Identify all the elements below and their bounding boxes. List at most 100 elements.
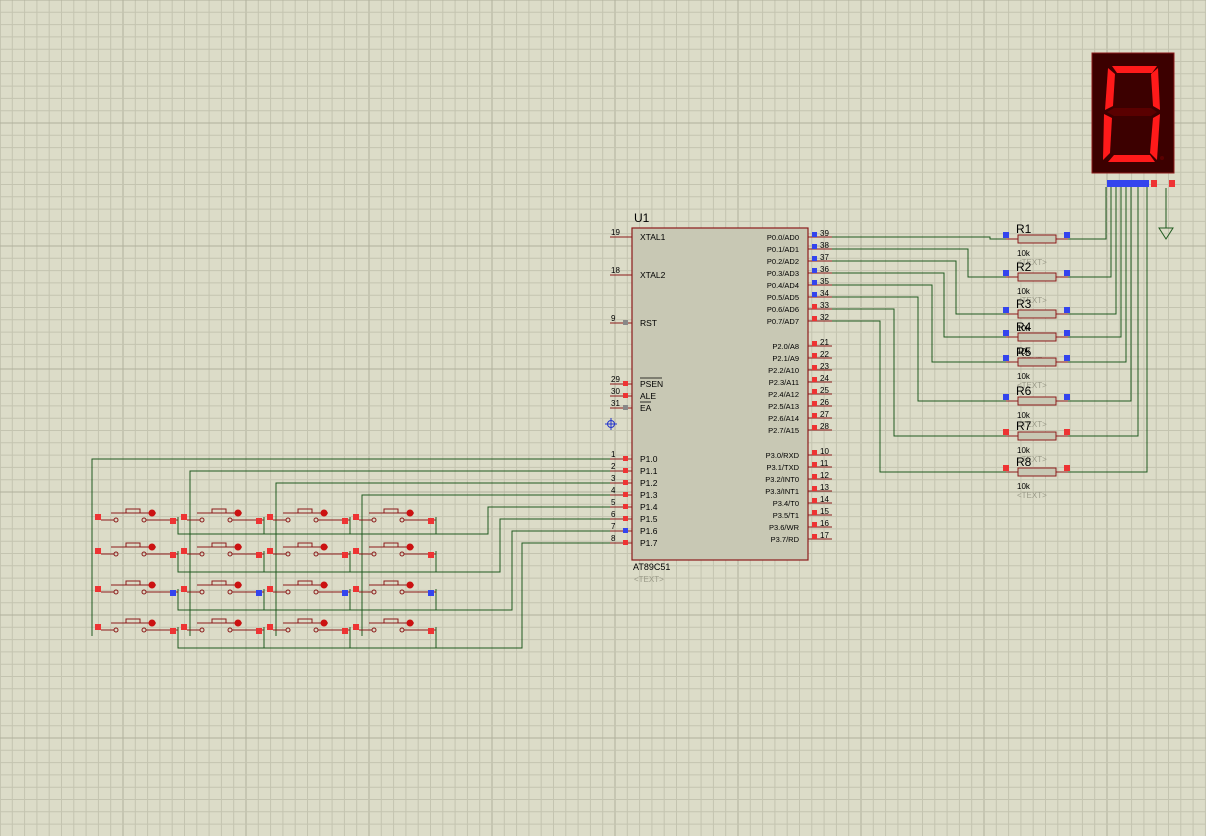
- pin-state-marker: [170, 552, 176, 558]
- button-cap: [297, 580, 313, 586]
- pin-state-marker: [353, 586, 359, 592]
- pin-state-marker: [812, 522, 817, 527]
- segment-dp: [1160, 156, 1164, 160]
- pin-number: 34: [820, 289, 829, 298]
- resistor-r1[interactable]: R110k<TEXT>: [1003, 222, 1070, 267]
- resistor-body[interactable]: [1017, 309, 1057, 319]
- button-contact: [141, 517, 147, 523]
- resistor-ref: R2: [1016, 260, 1032, 274]
- button-state-dot: [148, 543, 156, 551]
- button-contact: [399, 517, 405, 523]
- pin-state-marker: [812, 292, 817, 297]
- pin-name: P0.7/AD7: [767, 317, 799, 326]
- pin-number: 13: [820, 483, 829, 492]
- pin-number: 31: [611, 399, 620, 408]
- pin-state-marker: [256, 628, 262, 634]
- keypad-button[interactable]: [95, 618, 178, 634]
- button-cap: [125, 508, 141, 514]
- pin-number: 6: [611, 510, 616, 519]
- button-cap: [297, 618, 313, 624]
- pin-state-marker: [623, 516, 628, 521]
- resistor-body[interactable]: [1017, 431, 1057, 441]
- pin-number: 4: [611, 486, 616, 495]
- pin-number: 14: [820, 495, 829, 504]
- button-contact: [227, 517, 233, 523]
- pin-state-marker: [170, 518, 176, 524]
- resistor-body[interactable]: [1017, 396, 1057, 406]
- pin-number: 24: [820, 374, 829, 383]
- pin-number: 7: [611, 522, 616, 531]
- resistor-body[interactable]: [1017, 234, 1057, 244]
- pin-state-marker: [1064, 355, 1070, 361]
- pin-state-marker: [181, 586, 187, 592]
- button-cap: [383, 508, 399, 514]
- button-contact: [199, 517, 205, 523]
- button-contact: [199, 627, 205, 633]
- resistor-r5[interactable]: R510k<TEXT>: [1003, 345, 1070, 390]
- pin-name: P3.2/INT0: [765, 475, 799, 484]
- keypad-button[interactable]: [267, 542, 350, 558]
- pin-name: P1.0: [640, 454, 658, 464]
- segment-g: [1107, 108, 1157, 116]
- resistor-body[interactable]: [1017, 272, 1057, 282]
- keypad-button[interactable]: [181, 580, 264, 596]
- keypad-button[interactable]: [95, 580, 178, 596]
- pin-state-marker: [256, 518, 262, 524]
- pin-state-marker: [353, 548, 359, 554]
- pin-state-marker: [170, 590, 176, 596]
- pin-number: 3: [611, 474, 616, 483]
- seven-segment-display[interactable]: [1091, 52, 1175, 187]
- resistor-text-placeholder: <TEXT>: [1017, 491, 1047, 500]
- pin-number: 1: [611, 450, 616, 459]
- pin-state-marker: [812, 450, 817, 455]
- keypad-button[interactable]: [181, 542, 264, 558]
- resistor-body[interactable]: [1017, 357, 1057, 367]
- pin-state-marker: [1064, 232, 1070, 238]
- button-state-dot: [148, 619, 156, 627]
- keypad-button[interactable]: [267, 618, 350, 634]
- pin-state-marker: [256, 552, 262, 558]
- resistor-value: 10k: [1017, 372, 1031, 381]
- resistor-bank[interactable]: R110k<TEXT>R210k<TEXT>R310k<TEXT>R410k<T…: [1003, 222, 1070, 500]
- pin-state-marker: [267, 514, 273, 520]
- keypad-button[interactable]: [353, 542, 436, 558]
- keypad-button[interactable]: [95, 542, 178, 558]
- display-pin-strip: [1107, 180, 1149, 187]
- pin-state-marker: [623, 381, 628, 386]
- wire: [832, 296, 1006, 402]
- pin-name: P2.3/A11: [769, 378, 799, 387]
- keypad-button[interactable]: [267, 580, 350, 596]
- pin-state-marker: [1003, 465, 1009, 471]
- resistor-body[interactable]: [1017, 332, 1057, 342]
- pin-number: 16: [820, 519, 829, 528]
- button-cap: [125, 542, 141, 548]
- keypad-button[interactable]: [181, 618, 264, 634]
- button-cap: [297, 542, 313, 548]
- resistor-r6[interactable]: R610k<TEXT>: [1003, 384, 1070, 429]
- pin-name: P2.5/A13: [768, 402, 799, 411]
- pin-number: 25: [820, 386, 829, 395]
- button-contact: [113, 627, 119, 633]
- resistor-body[interactable]: [1017, 467, 1057, 477]
- keypad-button[interactable]: [353, 618, 436, 634]
- pin-state-marker: [181, 514, 187, 520]
- pin-name: P2.6/A14: [768, 414, 799, 423]
- pin-number: 2: [611, 462, 616, 471]
- pin-number: 5: [611, 498, 616, 507]
- keypad-button[interactable]: [353, 580, 436, 596]
- pin-state-marker: [812, 510, 817, 515]
- pin-state-marker: [812, 244, 817, 249]
- button-cap: [383, 542, 399, 548]
- pin-state-marker: [812, 401, 817, 406]
- button-state-dot: [148, 581, 156, 589]
- pin-name: P2.7/A15: [768, 426, 799, 435]
- schematic-canvas[interactable]: U1 19 XTAL1 18 XTAL2 9 RST 29 PSEN 30 ALE 31 EA 1 P1.…: [0, 0, 1206, 836]
- microcontroller-at89c51[interactable]: U1 19 XTAL1 18 XTAL2 9 RST 29 PSEN 30 ALE 31 EA 1 P1.…: [605, 211, 832, 584]
- pin-number: 19: [611, 228, 620, 237]
- pin-state-marker: [342, 590, 348, 596]
- pin-name: PSEN: [640, 379, 663, 389]
- pin-state-marker: [812, 316, 817, 321]
- button-state-dot: [234, 581, 242, 589]
- ground-icon[interactable]: [1158, 188, 1174, 240]
- pin-name: P3.3/INT1: [765, 487, 799, 496]
